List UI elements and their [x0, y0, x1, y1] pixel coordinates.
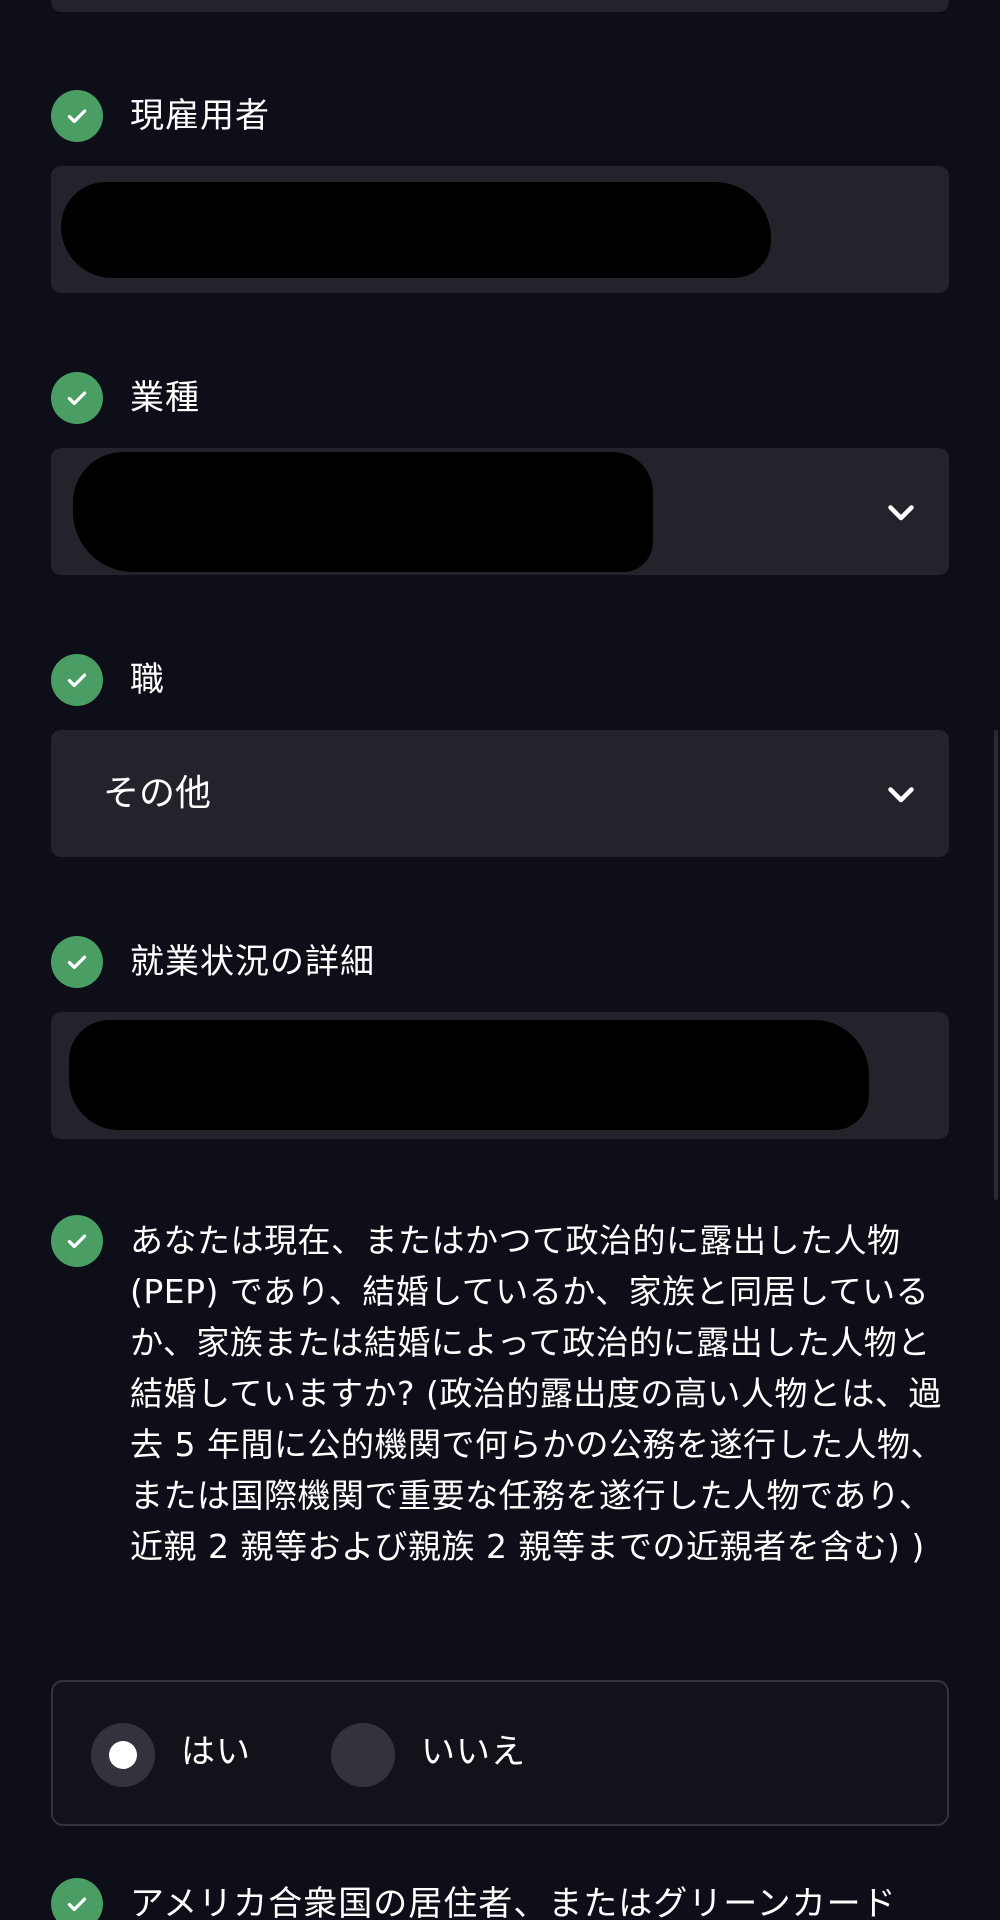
radio-option-yes[interactable]: はい — [91, 1682, 251, 1828]
occupation-select[interactable]: その他 — [51, 730, 949, 857]
employer-input[interactable] — [51, 166, 949, 293]
check-circle-icon — [51, 90, 103, 142]
redaction-mark — [69, 1020, 869, 1130]
scrollbar[interactable] — [994, 0, 1000, 1920]
check-circle-icon — [51, 654, 103, 706]
chevron-down-icon — [888, 504, 914, 520]
occupation-label: 職 — [130, 660, 165, 700]
radio-label-yes: はい — [181, 1731, 251, 1772]
employer-label: 現雇用者 — [130, 96, 270, 136]
check-circle-icon — [51, 372, 103, 424]
employment-details-label-row: 就業状況の詳細 — [51, 936, 375, 988]
employment-details-label: 就業状況の詳細 — [130, 942, 375, 982]
employer-label-row: 現雇用者 — [51, 90, 270, 142]
radio-dot — [109, 1741, 137, 1769]
radio-option-no[interactable]: いいえ — [331, 1682, 526, 1828]
occupation-label-row: 職 — [51, 654, 165, 706]
radio-button[interactable] — [331, 1723, 395, 1787]
employment-details-input[interactable] — [51, 1012, 949, 1139]
industry-select[interactable] — [51, 448, 949, 575]
occupation-value: その他 — [103, 773, 212, 814]
pep-question-text: あなたは現在、またはかつて政治的に露出した人物 (PEP) であり、結婚している… — [130, 1221, 944, 1566]
industry-label-row: 業種 — [51, 372, 200, 424]
redaction-mark — [61, 182, 771, 278]
previous-field-bottom — [51, 0, 949, 12]
redaction-mark — [73, 452, 653, 572]
scrollbar-thumb[interactable] — [994, 730, 998, 1200]
us-resident-question-row: アメリカ合衆国の居住者、またはグリーンカード — [51, 1878, 897, 1920]
check-circle-icon — [51, 936, 103, 988]
check-circle-icon — [51, 1215, 103, 1267]
pep-radio-group: はい いいえ — [51, 1680, 949, 1826]
radio-button-selected[interactable] — [91, 1723, 155, 1787]
chevron-down-icon — [888, 786, 914, 802]
radio-label-no: いいえ — [421, 1731, 526, 1772]
industry-label: 業種 — [130, 378, 200, 418]
pep-question-row: あなたは現在、またはかつて政治的に露出した人物 (PEP) であり、結婚している… — [51, 1215, 950, 1572]
check-circle-icon — [51, 1878, 103, 1920]
us-resident-question-text: アメリカ合衆国の居住者、またはグリーンカード — [130, 1884, 897, 1920]
